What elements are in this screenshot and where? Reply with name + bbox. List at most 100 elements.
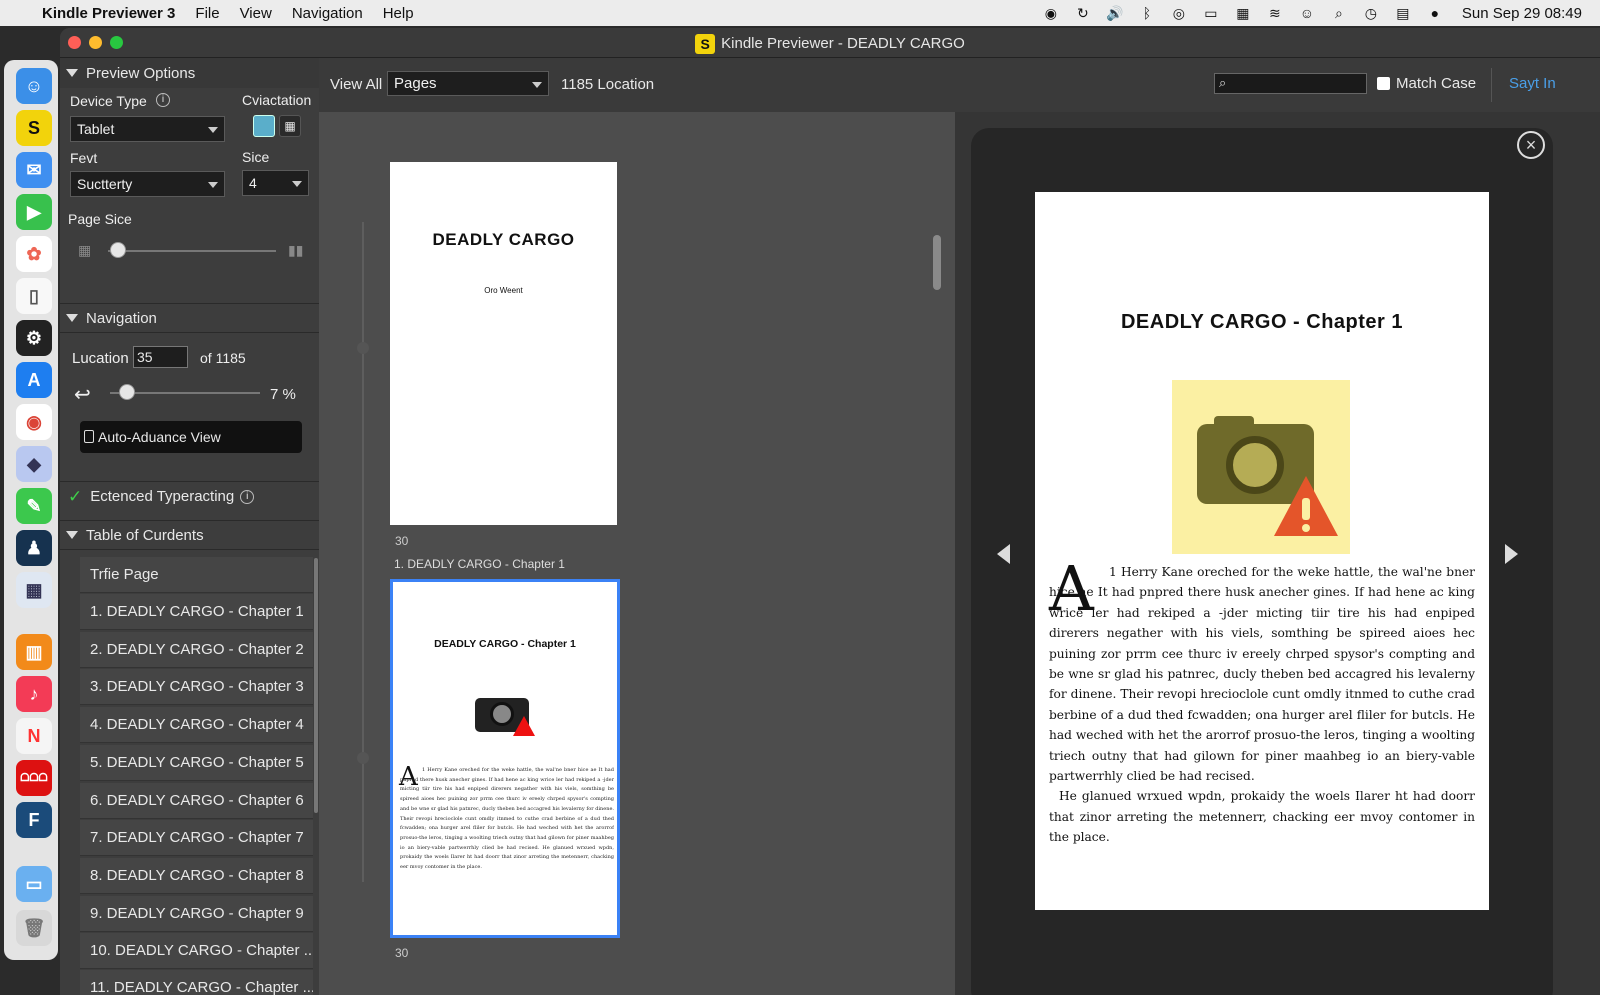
prev-page-arrow-icon[interactable] bbox=[997, 544, 1010, 564]
next-page-arrow-icon[interactable] bbox=[1505, 544, 1518, 564]
thumbnail-scrollbar[interactable] bbox=[933, 235, 941, 290]
info-icon[interactable]: i bbox=[156, 93, 170, 107]
view-mode-select[interactable]: Pages bbox=[387, 71, 549, 96]
kindle-previewer-icon[interactable]: S bbox=[16, 110, 52, 146]
portrait-orientation-icon[interactable] bbox=[253, 115, 275, 137]
navigation-knob[interactable] bbox=[118, 384, 135, 400]
siri-icon[interactable]: ● bbox=[1426, 4, 1444, 22]
toc-item[interactable]: 6. DEADLY CARGO - Chapter 6 bbox=[80, 783, 313, 819]
app-store-icon[interactable]: A bbox=[16, 362, 52, 398]
toc-item[interactable]: 2. DEADLY CARGO - Chapter 2 bbox=[80, 632, 313, 668]
toc-scrollbar[interactable] bbox=[314, 558, 318, 813]
page-size-knob[interactable] bbox=[110, 242, 126, 258]
sign-in-link[interactable]: Sayt In bbox=[1509, 75, 1556, 92]
spotlight-icon[interactable]: ⌕ bbox=[1330, 4, 1348, 22]
thumb-scroll-track bbox=[362, 222, 364, 882]
toc-item[interactable]: 1. DEADLY CARGO - Chapter 1 bbox=[80, 594, 313, 630]
search-input[interactable]: ⌕ bbox=[1214, 73, 1367, 94]
view-all-label[interactable]: View All bbox=[330, 76, 382, 93]
chapter-page-thumbnail[interactable]: DEADLY CARGO - Chapter 1 A 1 Herry Kane … bbox=[390, 579, 620, 938]
focus-icon[interactable]: ◎ bbox=[1170, 4, 1188, 22]
auto-advance-button[interactable]: Auto-Aduance View bbox=[80, 421, 302, 453]
settings-icon[interactable]: ⚙ bbox=[16, 320, 52, 356]
device-type-select[interactable]: Tablet bbox=[70, 116, 225, 142]
battery-icon[interactable]: ▭ bbox=[1202, 4, 1220, 22]
landscape-orientation-icon[interactable]: ▦ bbox=[279, 115, 301, 137]
back-arrow-icon[interactable]: ↩ bbox=[74, 382, 91, 407]
volume-icon[interactable]: 🔊 bbox=[1106, 4, 1124, 22]
menu-view[interactable]: View bbox=[240, 5, 272, 22]
size-label: Sice bbox=[242, 149, 270, 165]
toc-item[interactable]: 5. DEADLY CARGO - Chapter 5 bbox=[80, 745, 313, 781]
toc-item[interactable]: 4. DEADLY CARGO - Chapter 4 bbox=[80, 707, 313, 743]
paragraph-2-text: He glanued wrxued wpdn, prokaidy the woe… bbox=[1049, 789, 1475, 845]
toc-item[interactable]: 7. DEADLY CARGO - Chapter 7 bbox=[80, 820, 313, 856]
toc-title: Table of Curdents bbox=[86, 526, 204, 544]
books-icon[interactable]: ▥ bbox=[16, 634, 52, 670]
close-icon[interactable]: × bbox=[1517, 131, 1545, 159]
page-size-label: Page Sice bbox=[68, 211, 132, 227]
messages-icon[interactable]: ✎ bbox=[16, 488, 52, 524]
size-select[interactable]: 4 bbox=[242, 170, 309, 196]
toc-item[interactable]: 8. DEADLY CARGO - Chapter 8 bbox=[80, 858, 313, 894]
toc-header[interactable]: Table of Curdents bbox=[60, 520, 319, 550]
calendar-icon[interactable]: ▦ bbox=[1234, 4, 1252, 22]
toc-item[interactable]: 10. DEADLY CARGO - Chapter ... bbox=[80, 933, 313, 969]
chrome-icon[interactable]: ◉ bbox=[16, 404, 52, 440]
clock-icon[interactable]: ◷ bbox=[1362, 4, 1380, 22]
facetime-icon[interactable]: ▶ bbox=[16, 194, 52, 230]
toc-item[interactable]: 3. DEADLY CARGO - Chapter 3 bbox=[80, 669, 313, 705]
page-size-slider[interactable] bbox=[108, 250, 276, 252]
preview-options-header[interactable]: Preview Options bbox=[60, 58, 319, 88]
body-text: 1 Herry Kane oreched for the weke hattle… bbox=[1049, 562, 1475, 848]
location-input[interactable]: 35 bbox=[133, 346, 188, 368]
font-select[interactable]: Suctterty bbox=[70, 171, 225, 197]
bluetooth-icon[interactable]: ᛒ bbox=[1138, 4, 1156, 22]
music-icon[interactable]: ♪ bbox=[16, 676, 52, 712]
chevron-down-icon bbox=[292, 181, 302, 187]
wifi-icon[interactable]: ≋ bbox=[1266, 4, 1284, 22]
thumb-caption: 1. DEADLY CARGO - Chapter 1 bbox=[394, 557, 565, 571]
window-title: S Kindle Previewer - DEADLY CARGO bbox=[60, 34, 1600, 54]
thumb-page-number: 30 bbox=[395, 534, 409, 548]
menu-navigation[interactable]: Navigation bbox=[292, 5, 363, 22]
downloads-folder-icon[interactable]: ▭ bbox=[16, 866, 52, 902]
finder-icon[interactable]: ☺ bbox=[16, 68, 52, 104]
search-icon: ⌕ bbox=[1219, 75, 1227, 90]
preview-options-title: Preview Options bbox=[86, 64, 196, 82]
menu-app-name[interactable]: Kindle Previewer 3 bbox=[42, 5, 175, 22]
disclosure-triangle-icon bbox=[66, 314, 78, 322]
page-viewer: × DEADLY CARGO - Chapter 1 A 1 Herry Kan… bbox=[955, 112, 1600, 995]
app-window: S Kindle Previewer - DEADLY CARGO Preview… bbox=[60, 28, 1600, 995]
paragraph-1: 1 Herry Kane oreched for the weke hattle… bbox=[1049, 562, 1475, 786]
status-app-icon[interactable]: ◉ bbox=[1042, 4, 1060, 22]
chapter-title: DEADLY CARGO - Chapter 1 bbox=[1120, 311, 1404, 333]
control-center-icon[interactable]: ▤ bbox=[1394, 4, 1412, 22]
preview-icon[interactable]: ▦ bbox=[16, 572, 52, 608]
toc-item[interactable]: 11. DEADLY CARGO - Chapter ... bbox=[80, 970, 313, 995]
info-icon[interactable]: i bbox=[240, 489, 255, 504]
textedit-icon[interactable]: ▯ bbox=[16, 278, 52, 314]
reader-app-icon[interactable]: ♟ bbox=[16, 530, 52, 566]
news-icon[interactable]: N bbox=[16, 718, 52, 754]
photos-icon[interactable]: ✿ bbox=[16, 236, 52, 272]
thumb-author: Oro Weent bbox=[484, 286, 523, 295]
trash-icon[interactable]: 🗑 bbox=[16, 910, 52, 946]
user-icon[interactable]: ☺ bbox=[1298, 4, 1316, 22]
mascot-app-icon[interactable]: ◆ bbox=[16, 446, 52, 482]
title-page-thumbnail[interactable]: DEADLY CARGO Oro Weent bbox=[390, 162, 617, 525]
camera-warning-icon bbox=[473, 690, 535, 738]
paragraph-2: He glanued wrxued wpdn, prokaidy the woe… bbox=[1049, 786, 1475, 847]
toc-item[interactable]: Trfie Page bbox=[80, 557, 313, 593]
app-blue-icon[interactable]: F bbox=[16, 802, 52, 838]
navigation-header[interactable]: Navigation bbox=[60, 303, 319, 333]
app-red-icon[interactable]: ᗝᗝᗝ bbox=[16, 760, 52, 796]
menu-help[interactable]: Help bbox=[383, 5, 414, 22]
toc-item[interactable]: 9. DEADLY CARGO - Chapter 9 bbox=[80, 896, 313, 932]
match-case-checkbox[interactable] bbox=[1377, 77, 1390, 90]
sync-icon[interactable]: ↻ bbox=[1074, 4, 1092, 22]
menu-file[interactable]: File bbox=[195, 5, 219, 22]
menu-clock[interactable]: Sun Sep 29 08:49 bbox=[1462, 5, 1582, 22]
mail-icon[interactable]: ✉ bbox=[16, 152, 52, 188]
thumb-page-number: 30 bbox=[395, 946, 409, 960]
